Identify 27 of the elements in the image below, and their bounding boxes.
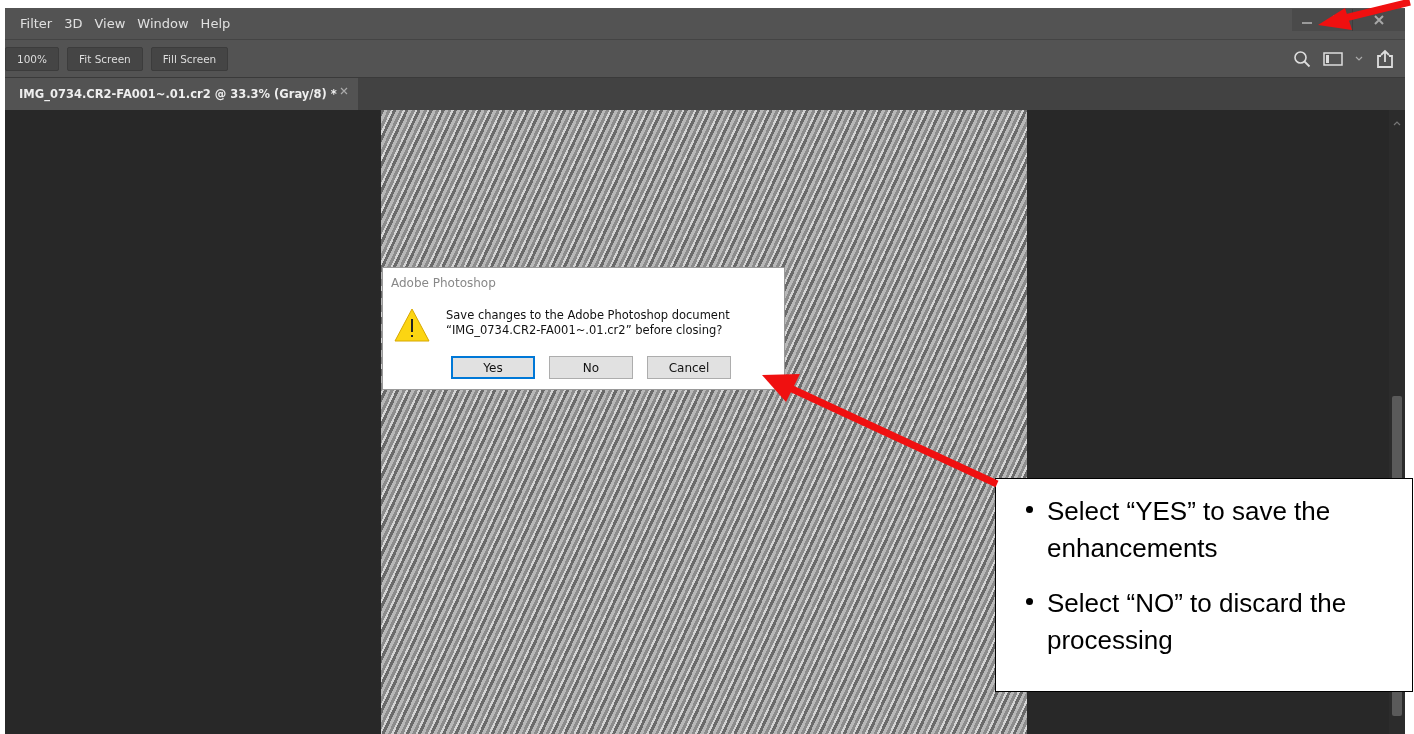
dialog-message: “IMG_0734.CR2-FA001~.01.cr2” before closing? — [446, 323, 724, 338]
close-icon[interactable] — [339, 87, 348, 95]
tab-title: IMG_0734.CR2-FA001~.01.cr2 @ 33.3% (Gray/8) * — [19, 87, 337, 101]
menu-item[interactable]: Window — [137, 16, 189, 31]
scroll-up-icon[interactable] — [1393, 120, 1401, 126]
toolbar-button[interactable]: Fill Screen — [150, 46, 229, 71]
dialog-button[interactable]: No — [549, 356, 633, 379]
bullet-icon — [1026, 506, 1033, 513]
bullet-icon — [1026, 598, 1033, 605]
menu-item[interactable]: View — [94, 16, 126, 31]
toolbar-button[interactable]: Fit Screen — [67, 46, 143, 71]
warning-icon — [394, 308, 430, 342]
dialog-button[interactable]: Cancel — [647, 356, 731, 379]
menu-item[interactable]: Help — [200, 16, 231, 31]
panel-layout-icon[interactable] — [1323, 50, 1343, 67]
menu-item[interactable]: 3D — [64, 16, 83, 31]
menu-item[interactable]: Filter — [20, 16, 53, 31]
share-icon[interactable] — [1375, 48, 1395, 69]
dialog-message: Save changes to the Adobe Photoshop document — [446, 308, 730, 323]
document-tab[interactable]: IMG_0734.CR2-FA001~.01.cr2 @ 33.3% (Gray/8) * — [5, 78, 358, 110]
chevron-down-icon[interactable] — [1355, 55, 1363, 62]
callout-text: Select “YES” to save the enhancements — [1047, 495, 1332, 565]
search-icon[interactable] — [1293, 49, 1311, 68]
dialog-title: Adobe Photoshop — [391, 276, 497, 290]
toolbar-button[interactable]: 100% — [5, 46, 60, 71]
dialog-button[interactable]: Yes — [451, 356, 535, 379]
callout-text: Select “NO” to discard the processing — [1047, 587, 1348, 657]
